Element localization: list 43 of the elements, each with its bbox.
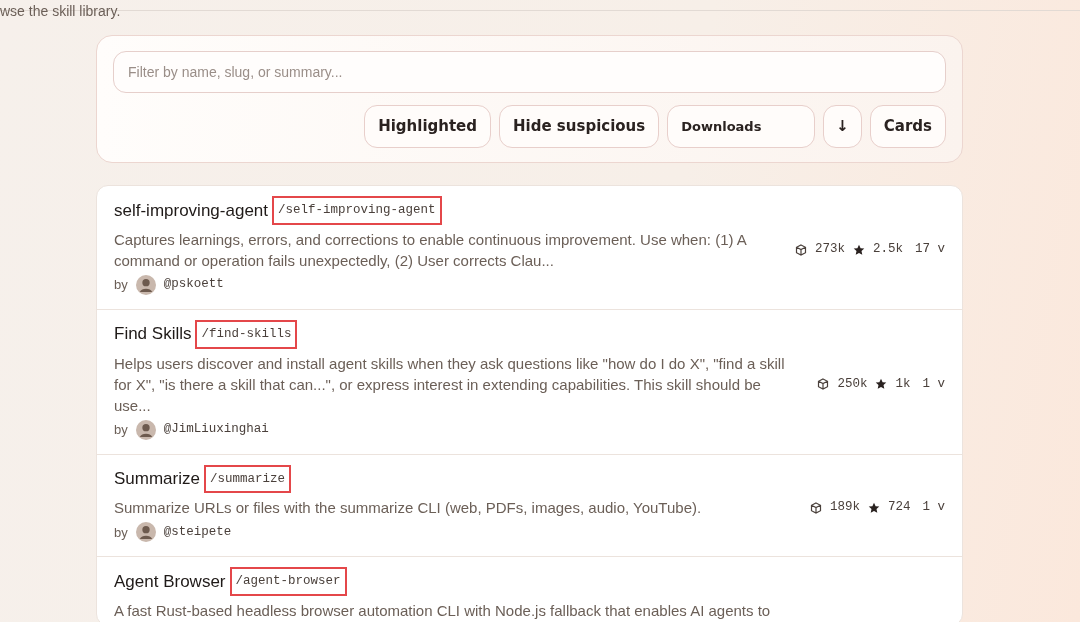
toggle-button[interactable]: ↓ xyxy=(823,105,862,148)
toggle-button[interactable]: Hide suspicious xyxy=(499,105,660,148)
author-link[interactable]: @steipete xyxy=(163,522,232,542)
download-count: 250k xyxy=(837,375,868,393)
star-icon xyxy=(867,501,880,514)
skill-title[interactable]: self-improving-agent xyxy=(114,197,268,224)
version-count: 1 v xyxy=(922,499,945,517)
sort-dropdown[interactable]: Downloads xyxy=(667,105,816,148)
package-icon xyxy=(817,378,830,390)
intro-text: wse the skill library. xyxy=(0,3,122,19)
download-count: 273k xyxy=(814,241,845,259)
version-count: 1 v xyxy=(922,375,945,393)
package-icon xyxy=(809,501,822,514)
author-link[interactable]: @JimLiuxinghai xyxy=(163,420,269,439)
by-label: by xyxy=(114,276,128,294)
search-field[interactable]: Filter by name, slug, or summary... xyxy=(113,51,946,93)
by-label: by xyxy=(114,523,128,542)
download-count: 189k xyxy=(829,499,860,517)
avatar-icon xyxy=(135,522,156,543)
author-link[interactable]: @pskoett xyxy=(163,275,224,295)
star-icon xyxy=(875,378,888,390)
skill-title[interactable]: Agent Browser xyxy=(114,568,226,595)
star-count: 1k xyxy=(895,375,911,393)
avatar-icon xyxy=(135,419,156,440)
skill-slug: /find-skills xyxy=(195,319,298,349)
skill-summary: A fast Rust-based headless browser automation CLI with Node.js fallback that enables AI agents to xyxy=(114,601,772,621)
skill-summary: Summarize URLs or files with the summarize CLI (web, PDFs, images, audio, YouTube). xyxy=(114,498,703,519)
skill-slug: /agent-browser xyxy=(229,567,347,596)
version-count: 17 v xyxy=(915,241,945,259)
toggle-button[interactable]: Cards xyxy=(869,105,946,148)
skill-summary: Helps users discover and install agent skills when they ask questions like "how do I do X", "find a skill for X", "is there a skill that can...", or express interest in extending capabilities. This skill should be use... xyxy=(114,353,786,416)
star-count: 724 xyxy=(887,499,911,517)
skill-slug: /summarize xyxy=(203,464,291,494)
package-icon xyxy=(794,243,807,256)
skill-slug: /self-improving-agent xyxy=(272,196,442,225)
by-label: by xyxy=(114,420,128,439)
skill-title[interactable]: Find Skills xyxy=(114,321,192,347)
skill-summary: Captures learnings, errors, and corrections to enable continuous improvement. Use when: (1) A command or operation fails unexpectedly, (2) User corrects Clau... xyxy=(114,229,748,271)
skill-title[interactable]: Summarize xyxy=(114,466,200,492)
star-count: 2.5k xyxy=(872,241,903,259)
star-icon xyxy=(852,243,865,256)
toggle-button[interactable]: Highlighted xyxy=(364,105,492,148)
avatar-icon xyxy=(135,274,156,295)
